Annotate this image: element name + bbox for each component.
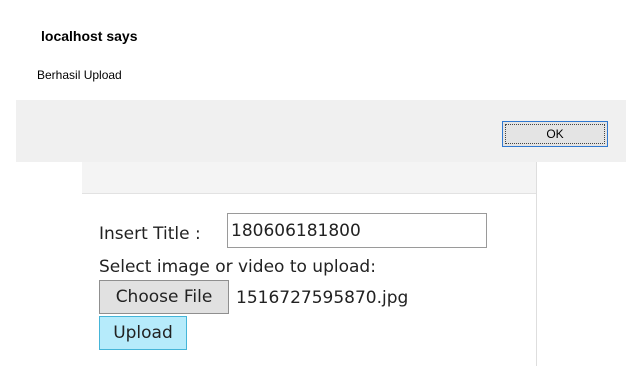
selected-file-name: 1516727595870.jpg [236,288,409,308]
dialog-message: Berhasil Upload [37,68,122,82]
choose-file-button[interactable]: Choose File [99,280,229,314]
page-right-border [536,162,537,366]
dialog-title: localhost says [41,28,138,44]
title-input[interactable] [227,213,487,248]
browser-viewport: Insert Title : Select image or video to … [0,0,626,366]
page-header-bar [82,162,536,194]
alert-dialog: localhost says Berhasil Upload OK [16,0,626,162]
upload-button[interactable]: Upload [99,316,187,350]
select-file-label: Select image or video to upload: [99,257,376,277]
ok-button[interactable]: OK [502,121,608,147]
title-label: Insert Title : [99,224,201,244]
